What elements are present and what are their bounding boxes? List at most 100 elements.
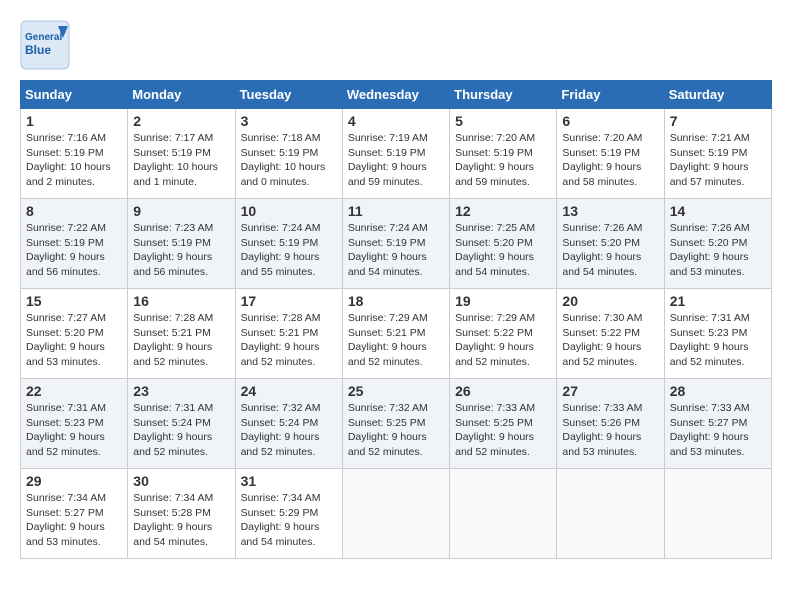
day-number: 2	[133, 113, 229, 129]
calendar-cell: 22 Sunrise: 7:31 AM Sunset: 5:23 PM Dayl…	[21, 379, 128, 469]
day-header-saturday: Saturday	[664, 81, 771, 109]
day-detail: Sunrise: 7:18 AM Sunset: 5:19 PM Dayligh…	[241, 131, 337, 190]
day-detail: Sunrise: 7:20 AM Sunset: 5:19 PM Dayligh…	[562, 131, 658, 190]
day-detail: Sunrise: 7:22 AM Sunset: 5:19 PM Dayligh…	[26, 221, 122, 280]
day-number: 20	[562, 293, 658, 309]
calendar-week-row: 8 Sunrise: 7:22 AM Sunset: 5:19 PM Dayli…	[21, 199, 772, 289]
day-header-thursday: Thursday	[450, 81, 557, 109]
day-number: 3	[241, 113, 337, 129]
day-number: 19	[455, 293, 551, 309]
day-number: 26	[455, 383, 551, 399]
calendar-body: 1 Sunrise: 7:16 AM Sunset: 5:19 PM Dayli…	[21, 109, 772, 559]
day-number: 30	[133, 473, 229, 489]
calendar-cell: 26 Sunrise: 7:33 AM Sunset: 5:25 PM Dayl…	[450, 379, 557, 469]
calendar-cell: 4 Sunrise: 7:19 AM Sunset: 5:19 PM Dayli…	[342, 109, 449, 199]
day-number: 15	[26, 293, 122, 309]
calendar-table: SundayMondayTuesdayWednesdayThursdayFrid…	[20, 80, 772, 559]
calendar-cell: 14 Sunrise: 7:26 AM Sunset: 5:20 PM Dayl…	[664, 199, 771, 289]
calendar-cell: 11 Sunrise: 7:24 AM Sunset: 5:19 PM Dayl…	[342, 199, 449, 289]
svg-text:Blue: Blue	[25, 43, 51, 57]
calendar-cell	[342, 469, 449, 559]
day-number: 18	[348, 293, 444, 309]
calendar-cell: 21 Sunrise: 7:31 AM Sunset: 5:23 PM Dayl…	[664, 289, 771, 379]
calendar-cell: 20 Sunrise: 7:30 AM Sunset: 5:22 PM Dayl…	[557, 289, 664, 379]
calendar-cell: 12 Sunrise: 7:25 AM Sunset: 5:20 PM Dayl…	[450, 199, 557, 289]
calendar-cell: 16 Sunrise: 7:28 AM Sunset: 5:21 PM Dayl…	[128, 289, 235, 379]
day-number: 8	[26, 203, 122, 219]
day-number: 11	[348, 203, 444, 219]
day-number: 27	[562, 383, 658, 399]
page-header: General Blue	[20, 20, 772, 70]
calendar-cell: 18 Sunrise: 7:29 AM Sunset: 5:21 PM Dayl…	[342, 289, 449, 379]
calendar-cell: 30 Sunrise: 7:34 AM Sunset: 5:28 PM Dayl…	[128, 469, 235, 559]
logo: General Blue	[20, 20, 70, 70]
calendar-cell: 7 Sunrise: 7:21 AM Sunset: 5:19 PM Dayli…	[664, 109, 771, 199]
day-number: 10	[241, 203, 337, 219]
day-detail: Sunrise: 7:29 AM Sunset: 5:21 PM Dayligh…	[348, 311, 444, 370]
day-number: 21	[670, 293, 766, 309]
day-number: 24	[241, 383, 337, 399]
day-detail: Sunrise: 7:26 AM Sunset: 5:20 PM Dayligh…	[562, 221, 658, 280]
day-detail: Sunrise: 7:28 AM Sunset: 5:21 PM Dayligh…	[241, 311, 337, 370]
day-detail: Sunrise: 7:27 AM Sunset: 5:20 PM Dayligh…	[26, 311, 122, 370]
day-header-tuesday: Tuesday	[235, 81, 342, 109]
day-number: 6	[562, 113, 658, 129]
calendar-cell	[557, 469, 664, 559]
day-number: 14	[670, 203, 766, 219]
day-detail: Sunrise: 7:24 AM Sunset: 5:19 PM Dayligh…	[241, 221, 337, 280]
calendar-cell: 2 Sunrise: 7:17 AM Sunset: 5:19 PM Dayli…	[128, 109, 235, 199]
day-number: 5	[455, 113, 551, 129]
day-detail: Sunrise: 7:33 AM Sunset: 5:27 PM Dayligh…	[670, 401, 766, 460]
day-number: 17	[241, 293, 337, 309]
calendar-cell: 23 Sunrise: 7:31 AM Sunset: 5:24 PM Dayl…	[128, 379, 235, 469]
day-detail: Sunrise: 7:19 AM Sunset: 5:19 PM Dayligh…	[348, 131, 444, 190]
calendar-cell: 29 Sunrise: 7:34 AM Sunset: 5:27 PM Dayl…	[21, 469, 128, 559]
day-detail: Sunrise: 7:23 AM Sunset: 5:19 PM Dayligh…	[133, 221, 229, 280]
calendar-cell	[450, 469, 557, 559]
day-detail: Sunrise: 7:17 AM Sunset: 5:19 PM Dayligh…	[133, 131, 229, 190]
day-detail: Sunrise: 7:33 AM Sunset: 5:25 PM Dayligh…	[455, 401, 551, 460]
day-detail: Sunrise: 7:34 AM Sunset: 5:28 PM Dayligh…	[133, 491, 229, 550]
day-detail: Sunrise: 7:28 AM Sunset: 5:21 PM Dayligh…	[133, 311, 229, 370]
calendar-cell: 9 Sunrise: 7:23 AM Sunset: 5:19 PM Dayli…	[128, 199, 235, 289]
day-detail: Sunrise: 7:34 AM Sunset: 5:29 PM Dayligh…	[241, 491, 337, 550]
calendar-cell: 31 Sunrise: 7:34 AM Sunset: 5:29 PM Dayl…	[235, 469, 342, 559]
calendar-cell: 13 Sunrise: 7:26 AM Sunset: 5:20 PM Dayl…	[557, 199, 664, 289]
day-number: 4	[348, 113, 444, 129]
calendar-cell: 5 Sunrise: 7:20 AM Sunset: 5:19 PM Dayli…	[450, 109, 557, 199]
day-header-friday: Friday	[557, 81, 664, 109]
calendar-cell: 25 Sunrise: 7:32 AM Sunset: 5:25 PM Dayl…	[342, 379, 449, 469]
day-number: 31	[241, 473, 337, 489]
day-number: 7	[670, 113, 766, 129]
calendar-cell: 3 Sunrise: 7:18 AM Sunset: 5:19 PM Dayli…	[235, 109, 342, 199]
logo-svg: General Blue	[20, 20, 70, 70]
calendar-week-row: 22 Sunrise: 7:31 AM Sunset: 5:23 PM Dayl…	[21, 379, 772, 469]
day-detail: Sunrise: 7:33 AM Sunset: 5:26 PM Dayligh…	[562, 401, 658, 460]
day-header-wednesday: Wednesday	[342, 81, 449, 109]
calendar-cell: 24 Sunrise: 7:32 AM Sunset: 5:24 PM Dayl…	[235, 379, 342, 469]
calendar-week-row: 29 Sunrise: 7:34 AM Sunset: 5:27 PM Dayl…	[21, 469, 772, 559]
day-number: 23	[133, 383, 229, 399]
day-detail: Sunrise: 7:31 AM Sunset: 5:23 PM Dayligh…	[26, 401, 122, 460]
day-detail: Sunrise: 7:25 AM Sunset: 5:20 PM Dayligh…	[455, 221, 551, 280]
calendar-cell: 17 Sunrise: 7:28 AM Sunset: 5:21 PM Dayl…	[235, 289, 342, 379]
day-header-sunday: Sunday	[21, 81, 128, 109]
day-detail: Sunrise: 7:16 AM Sunset: 5:19 PM Dayligh…	[26, 131, 122, 190]
day-number: 29	[26, 473, 122, 489]
day-number: 12	[455, 203, 551, 219]
calendar-cell: 10 Sunrise: 7:24 AM Sunset: 5:19 PM Dayl…	[235, 199, 342, 289]
calendar-cell: 8 Sunrise: 7:22 AM Sunset: 5:19 PM Dayli…	[21, 199, 128, 289]
calendar-week-row: 1 Sunrise: 7:16 AM Sunset: 5:19 PM Dayli…	[21, 109, 772, 199]
day-header-monday: Monday	[128, 81, 235, 109]
calendar-cell: 28 Sunrise: 7:33 AM Sunset: 5:27 PM Dayl…	[664, 379, 771, 469]
day-number: 25	[348, 383, 444, 399]
calendar-week-row: 15 Sunrise: 7:27 AM Sunset: 5:20 PM Dayl…	[21, 289, 772, 379]
calendar-header-row: SundayMondayTuesdayWednesdayThursdayFrid…	[21, 81, 772, 109]
day-number: 1	[26, 113, 122, 129]
day-detail: Sunrise: 7:20 AM Sunset: 5:19 PM Dayligh…	[455, 131, 551, 190]
calendar-cell: 19 Sunrise: 7:29 AM Sunset: 5:22 PM Dayl…	[450, 289, 557, 379]
day-detail: Sunrise: 7:31 AM Sunset: 5:23 PM Dayligh…	[670, 311, 766, 370]
day-detail: Sunrise: 7:34 AM Sunset: 5:27 PM Dayligh…	[26, 491, 122, 550]
day-detail: Sunrise: 7:29 AM Sunset: 5:22 PM Dayligh…	[455, 311, 551, 370]
day-detail: Sunrise: 7:21 AM Sunset: 5:19 PM Dayligh…	[670, 131, 766, 190]
